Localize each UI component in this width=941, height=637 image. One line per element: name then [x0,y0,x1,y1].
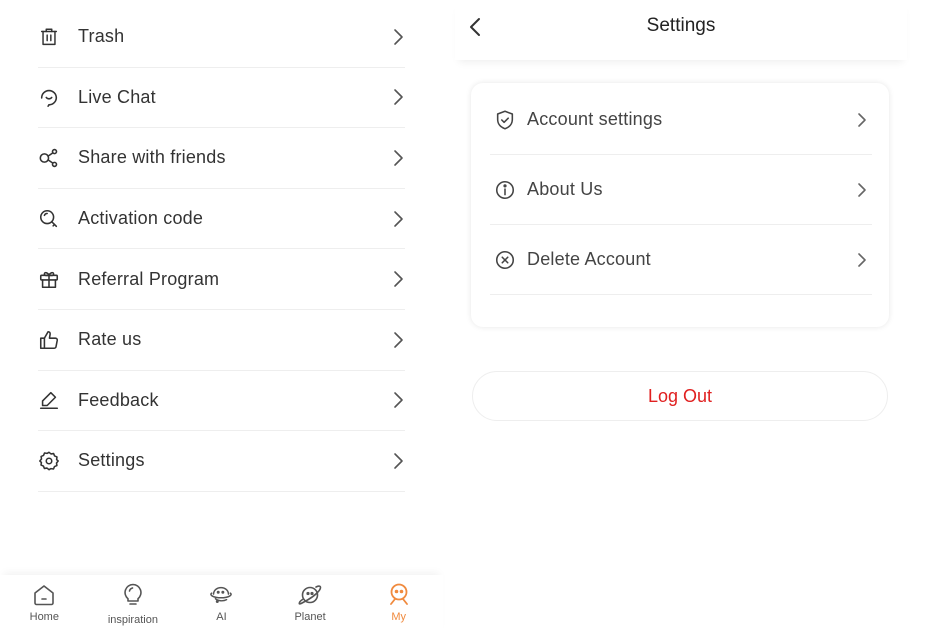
menu-item-label: Live Chat [78,86,156,107]
menu-item-label: Share with friends [78,147,226,168]
chevron-right-icon [391,391,405,409]
chevron-right-icon [391,88,405,106]
menu-item-label: Trash [78,26,125,47]
ai-planet-icon [210,586,233,603]
circle-x-icon [494,249,516,271]
home-icon [34,585,55,606]
thumbs-up-icon [38,329,60,351]
settings-item-about-us[interactable]: About Us [490,155,872,225]
menu-item-trash[interactable]: Trash [38,7,405,68]
chevron-right-icon [391,210,405,228]
menu-item-settings[interactable]: Settings [38,431,405,492]
settings-item-account-settings[interactable]: Account settings [490,85,872,155]
chevron-right-icon [391,452,405,470]
settings-list: Account settings About Us Delete Account [490,85,872,295]
chevron-right-icon [391,270,405,288]
log-out-button[interactable]: Log Out [472,371,888,421]
chevron-right-icon [856,111,868,129]
menu-item-label: Activation code [78,208,204,229]
settings-item-label: Delete Account [527,249,651,269]
nav-item-home[interactable]: Home [0,575,89,637]
menu-item-share[interactable]: Share with friends [38,128,405,189]
nav-item-my[interactable]: My [354,575,443,637]
menu-item-label: Rate us [78,329,142,350]
bottom-nav: Home inspiration AI Planet My [0,575,443,637]
nav-item-ai[interactable]: AI [177,575,266,637]
menu-list: Trash Live Chat Share with friends Activ… [38,7,405,492]
settings-item-delete-account[interactable]: Delete Account [490,225,872,295]
shield-check-icon [494,109,516,131]
menu-item-rate-us[interactable]: Rate us [38,310,405,371]
chevron-right-icon [391,28,405,46]
nav-label: Planet [294,611,326,623]
menu-item-label: Referral Program [78,268,220,289]
chevron-right-icon [391,331,405,349]
nav-label: My [391,611,406,623]
gear-icon [38,450,60,472]
gift-icon [38,268,60,290]
nav-label: Home [29,611,59,623]
settings-item-label: Account settings [527,109,663,129]
menu-item-referral-program[interactable]: Referral Program [38,249,405,310]
nav-label: AI [216,611,227,623]
headset-icon [38,86,60,108]
settings-header: Settings [455,0,907,60]
nav-label: inspiration [107,614,158,626]
settings-item-label: About Us [527,179,603,199]
pen-icon [38,389,60,411]
menu-item-label: Settings [78,450,145,471]
chevron-right-icon [856,251,868,269]
key-search-icon [38,208,60,230]
trash-icon [38,26,60,48]
menu-item-feedback[interactable]: Feedback [38,371,405,432]
menu-item-label: Feedback [78,389,159,410]
nav-item-inspiration[interactable]: inspiration [89,575,178,637]
profile-face-icon [389,583,408,605]
lightbulb-icon [124,583,142,605]
page-title: Settings [646,15,716,36]
info-icon [494,179,516,201]
menu-item-live-chat[interactable]: Live Chat [38,68,405,129]
nav-item-planet[interactable]: Planet [266,575,355,637]
menu-item-activation-code[interactable]: Activation code [38,189,405,250]
settings-card: Account settings About Us Delete Account [471,83,889,327]
my-page-panel: Trash Live Chat Share with friends Activ… [0,0,443,637]
planet-icon [298,585,322,605]
share-icon [38,147,60,169]
chevron-right-icon [391,149,405,167]
chevron-right-icon [856,181,868,199]
settings-page-panel: Settings Account settings About Us Delet… [455,0,907,637]
